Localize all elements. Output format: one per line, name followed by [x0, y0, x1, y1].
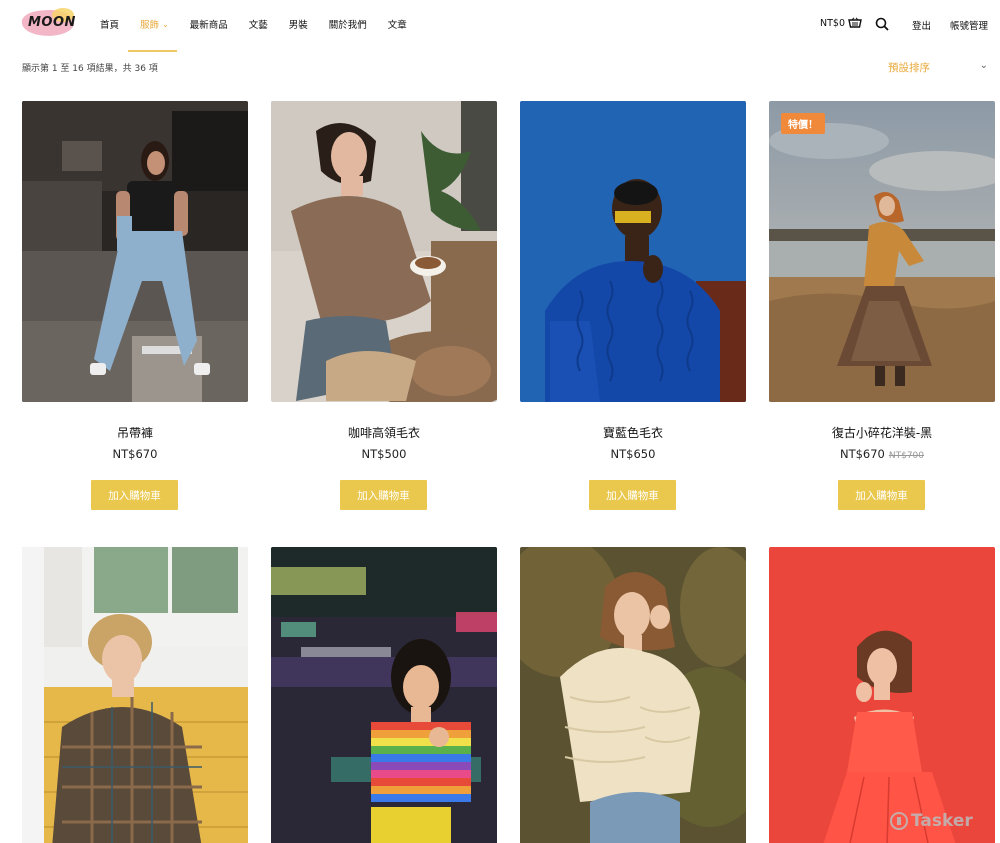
product-price: NT$670 NT$700 — [769, 447, 995, 461]
add-to-cart-button[interactable]: 加入購物車 — [340, 480, 427, 510]
sale-badge: 特價！ — [781, 113, 825, 134]
product-image[interactable] — [22, 101, 248, 402]
nav-active-underline — [128, 50, 177, 52]
product-image[interactable] — [271, 547, 497, 843]
product-image[interactable] — [520, 547, 746, 843]
nav-item-literary[interactable]: 文藝 — [249, 17, 268, 31]
nav-item-apparel[interactable]: 服飾 ⌄ — [140, 17, 169, 32]
product-name[interactable]: 復古小碎花洋裝-黑 — [769, 424, 995, 441]
main-nav: 首頁 服飾 ⌄ 最新商品 文藝 男裝 關於我們 文章 — [100, 17, 428, 32]
add-to-cart-button[interactable]: 加入購物車 — [838, 480, 925, 510]
product-image[interactable] — [769, 547, 995, 843]
sort-select[interactable]: 預設排序 ⌄ — [888, 59, 988, 75]
search-icon[interactable] — [875, 16, 889, 31]
nav-label: 首頁 — [100, 20, 120, 31]
product-image[interactable] — [520, 101, 746, 402]
nav-item-about[interactable]: 關於我們 — [329, 17, 367, 31]
product-name[interactable]: 寶藍色毛衣 — [520, 424, 746, 441]
result-count: 顯示第 1 至 16 項結果，共 36 項 — [22, 64, 158, 74]
tasker-watermark: Tasker — [890, 811, 973, 831]
product-image[interactable] — [22, 547, 248, 843]
logo-text: MOON — [28, 15, 76, 30]
logout-link[interactable]: 登出 — [912, 18, 931, 32]
nav-label: 文藝 — [248, 20, 268, 31]
price-current: NT$670 — [839, 447, 885, 461]
nav-label: 關於我們 — [328, 20, 367, 31]
cart-icon[interactable] — [848, 16, 862, 30]
sort-label: 預設排序 — [888, 62, 930, 74]
watermark-text: Tasker — [911, 811, 973, 831]
price-current: NT$670 — [112, 447, 158, 461]
tasker-logo-icon — [890, 812, 908, 830]
add-to-cart-button[interactable]: 加入購物車 — [91, 480, 178, 510]
chevron-down-icon: ⌄ — [162, 19, 169, 29]
chevron-down-icon: ⌄ — [979, 60, 988, 71]
nav-item-new-arrivals[interactable]: 最新商品 — [190, 17, 228, 31]
product-image[interactable]: 特價！ — [769, 101, 995, 402]
nav-label: 最新商品 — [189, 20, 228, 31]
product-name[interactable]: 吊帶褲 — [22, 424, 248, 441]
cart-total[interactable]: NT$0 — [820, 18, 845, 29]
nav-label: 服飾 — [140, 20, 160, 31]
product-name[interactable]: 咖啡高領毛衣 — [271, 424, 497, 441]
nav-item-home[interactable]: 首頁 — [100, 17, 119, 31]
product-price: NT$650 — [520, 447, 746, 461]
account-link[interactable]: 帳號管理 — [950, 18, 988, 32]
product-image[interactable] — [271, 101, 497, 402]
nav-item-menswear[interactable]: 男裝 — [289, 17, 308, 31]
product-price: NT$500 — [271, 447, 497, 461]
price-current: NT$500 — [361, 447, 407, 461]
price-current: NT$650 — [610, 447, 656, 461]
nav-label: 文章 — [387, 20, 407, 31]
nav-label: 男裝 — [288, 20, 308, 31]
product-price: NT$670 — [22, 447, 248, 461]
add-to-cart-button[interactable]: 加入購物車 — [589, 480, 676, 510]
site-header: MOON 首頁 服飾 ⌄ 最新商品 文藝 男裝 關於我們 文章 NT$0 登出 帳… — [0, 0, 1000, 52]
nav-item-articles[interactable]: 文章 — [388, 17, 407, 31]
price-old: NT$700 — [888, 451, 925, 461]
site-logo[interactable]: MOON — [21, 8, 78, 38]
